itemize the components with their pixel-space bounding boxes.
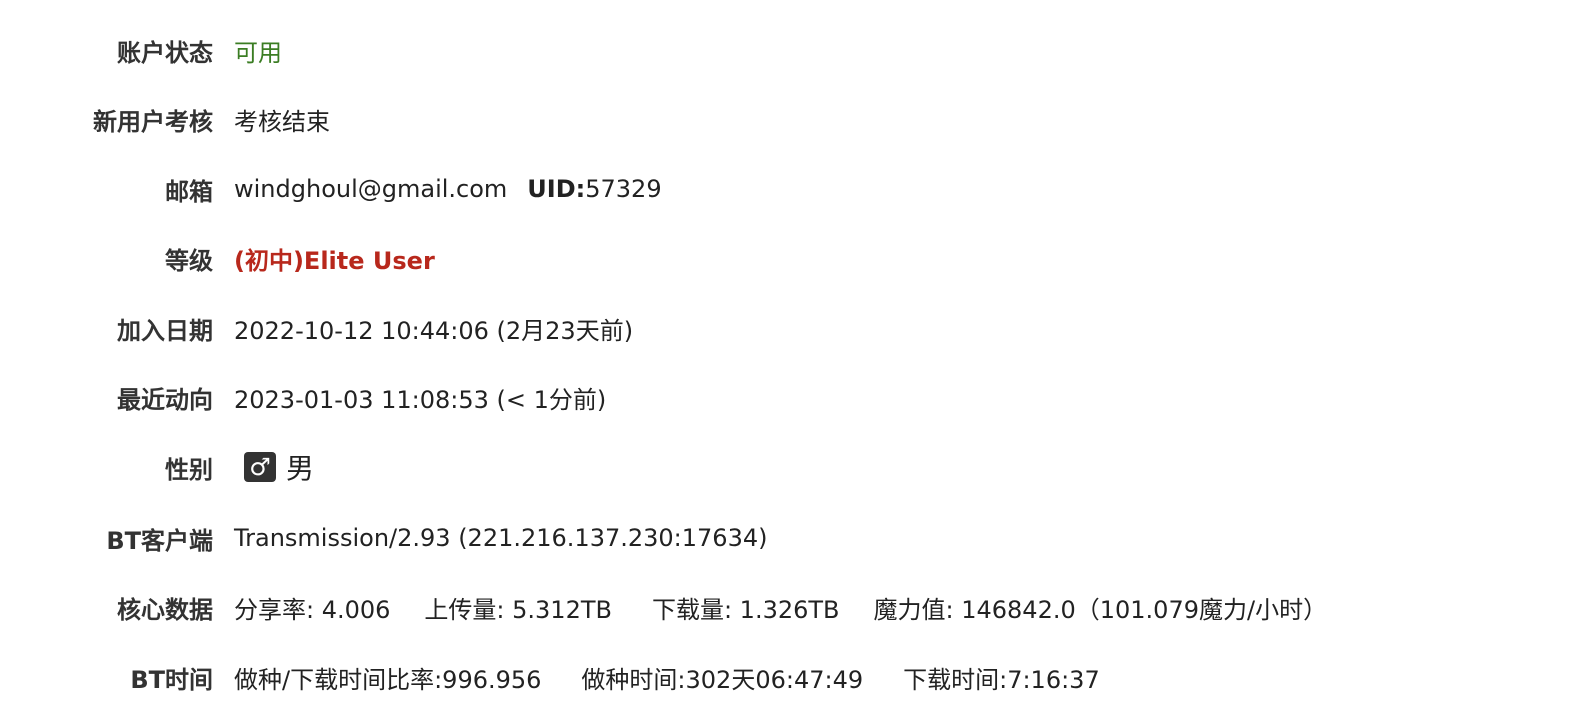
downloaded-amount: 下载量: 1.326TB bbox=[651, 595, 840, 624]
row-join-date: 加入日期 2022-10-12 10:44:06 (2月23天前) bbox=[0, 308, 633, 348]
email-value-group: windghoul@gmail.com UID: 57329 bbox=[234, 175, 662, 203]
new-user-exam-label: 新用户考核 bbox=[93, 107, 213, 136]
row-class: 等级 (初中)Elite User bbox=[0, 238, 435, 278]
bt-time-values: 做种/下载时间比率:996.956 做种时间:302天06:47:49 下载时间… bbox=[234, 660, 1100, 695]
bonus-points: 魔力值: 146842.0（101.079魔力/小时） bbox=[873, 595, 1328, 624]
new-user-exam-value: 考核结束 bbox=[234, 107, 330, 136]
row-core-data: 核心数据 分享率: 4.006 上传量: 5.312TB 下载量: 1.326T… bbox=[0, 587, 1327, 627]
row-account-status: 账户状态 可用 bbox=[0, 30, 282, 70]
email-address: windghoul@gmail.com bbox=[234, 175, 508, 203]
email-label: 邮箱 bbox=[165, 177, 213, 206]
share-ratio: 分享率: 4.006 bbox=[234, 595, 391, 624]
gender-label: 性别 bbox=[165, 455, 213, 484]
row-gender: 性别 ♂ 男 bbox=[0, 447, 314, 487]
row-email: 邮箱 windghoul@gmail.com UID: 57329 bbox=[0, 169, 662, 209]
last-action-label: 最近动向 bbox=[117, 385, 213, 414]
seed-time: 做种时间:302天06:47:49 bbox=[581, 665, 864, 694]
seed-leech-ratio: 做种/下载时间比率:996.956 bbox=[234, 665, 542, 694]
account-status-value: 可用 bbox=[234, 38, 282, 67]
row-last-action: 最近动向 2023-01-03 11:08:53 (< 1分前) bbox=[0, 377, 606, 417]
last-action-value: 2023-01-03 11:08:53 (< 1分前) bbox=[234, 385, 607, 414]
leech-time: 下载时间:7:16:37 bbox=[903, 665, 1100, 694]
uploaded-amount: 上传量: 5.312TB bbox=[424, 595, 612, 624]
account-status-label: 账户状态 bbox=[117, 38, 213, 67]
user-info-table: 账户状态 可用 新用户考核 考核结束 邮箱 windghoul@gmail.co… bbox=[0, 0, 1582, 722]
core-data-values: 分享率: 4.006 上传量: 5.312TB 下载量: 1.326TB 魔力值… bbox=[234, 590, 1327, 625]
row-bt-time: BT时间 做种/下载时间比率:996.956 做种时间:302天06:47:49… bbox=[0, 657, 1100, 697]
gender-value-group: ♂ 男 bbox=[234, 447, 314, 487]
bt-time-label: BT时间 bbox=[130, 665, 213, 694]
uid-value: 57329 bbox=[585, 175, 662, 203]
row-new-user-exam: 新用户考核 考核结束 bbox=[0, 99, 330, 139]
gender-value: 男 bbox=[286, 452, 315, 485]
class-label: 等级 bbox=[165, 246, 213, 275]
join-date-label: 加入日期 bbox=[117, 316, 213, 345]
user-class-value: (初中)Elite User bbox=[234, 246, 435, 275]
bt-client-value: Transmission/2.93 (221.216.137.230:17634… bbox=[234, 524, 768, 552]
bt-client-label: BT客户端 bbox=[106, 526, 213, 555]
row-bt-client: BT客户端 Transmission/2.93 (221.216.137.230… bbox=[0, 518, 767, 558]
core-data-label: 核心数据 bbox=[117, 595, 213, 624]
male-symbol-icon: ♂ bbox=[244, 452, 276, 482]
join-date-value: 2022-10-12 10:44:06 (2月23天前) bbox=[234, 316, 634, 345]
uid-label: UID: bbox=[527, 175, 586, 203]
